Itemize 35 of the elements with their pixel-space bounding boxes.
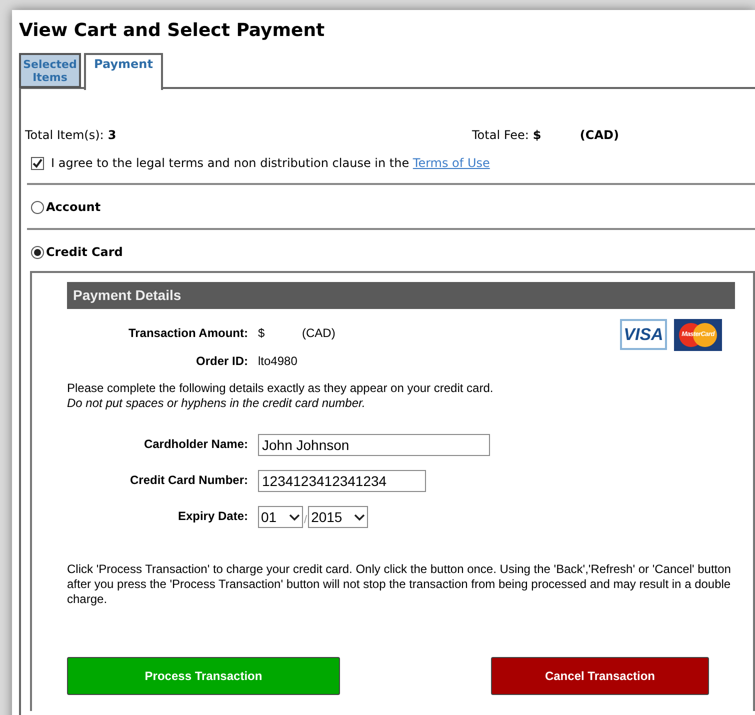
agreement-text: I agree to the legal terms and non distribution clause in the Terms of Use bbox=[51, 155, 490, 172]
chevron-down-icon bbox=[289, 514, 300, 520]
total-fee-label: Total Fee: bbox=[472, 127, 529, 144]
currency-label: (CAD) bbox=[302, 325, 336, 342]
field-label: Expiry Date: bbox=[176, 508, 249, 525]
input-field[interactable]: 1234123412341234 bbox=[258, 470, 426, 492]
page-title: View Cart and Select Payment bbox=[19, 20, 326, 42]
field-value: $ bbox=[258, 325, 266, 342]
field-value: lto4980 bbox=[258, 353, 298, 370]
field-label: Credit Card Number: bbox=[128, 472, 249, 489]
input-field[interactable]: John Johnson bbox=[258, 434, 490, 456]
total-items-value: 3 bbox=[108, 127, 116, 144]
note-text: Do not put spaces or hyphens in the credit card number. bbox=[67, 396, 366, 411]
instruction-text: Please complete the following details exactly as they appear on your credit card. bbox=[67, 381, 494, 396]
field-label: Transaction Amount: bbox=[127, 325, 249, 342]
currency-label: (CAD) bbox=[580, 127, 619, 144]
select-field[interactable]: 2015 bbox=[308, 506, 368, 528]
terms-link[interactable]: Terms of Use bbox=[412, 156, 490, 170]
payment-option-label: Credit Card bbox=[46, 244, 123, 261]
transaction-button[interactable]: Cancel Transaction bbox=[491, 657, 709, 695]
radio-button[interactable] bbox=[31, 246, 44, 258]
payment-option-label: Account bbox=[46, 199, 101, 216]
radio-button[interactable] bbox=[31, 200, 44, 214]
date-separator: / bbox=[303, 513, 308, 528]
select-field[interactable]: 01 bbox=[258, 506, 303, 528]
total-items-label: Total Item(s): bbox=[25, 127, 104, 144]
field-label: Order ID: bbox=[194, 353, 249, 370]
tab[interactable]: Payment bbox=[84, 53, 163, 90]
checkbox[interactable] bbox=[31, 156, 44, 170]
field-label: Cardholder Name: bbox=[142, 436, 249, 453]
total-fee-value: $ bbox=[532, 127, 542, 144]
notice-text: Click 'Process Transaction' to charge your credit card. Only click the button once. Using the 'Back','Refresh' or 'Cancel' button after you press the 'Process Transaction' button will not stop the transaction from being processed and may result in a double charge. bbox=[67, 562, 732, 607]
card-logo: VISA bbox=[620, 319, 667, 350]
chevron-down-icon bbox=[354, 514, 366, 520]
section-header: Payment Details bbox=[67, 282, 735, 309]
